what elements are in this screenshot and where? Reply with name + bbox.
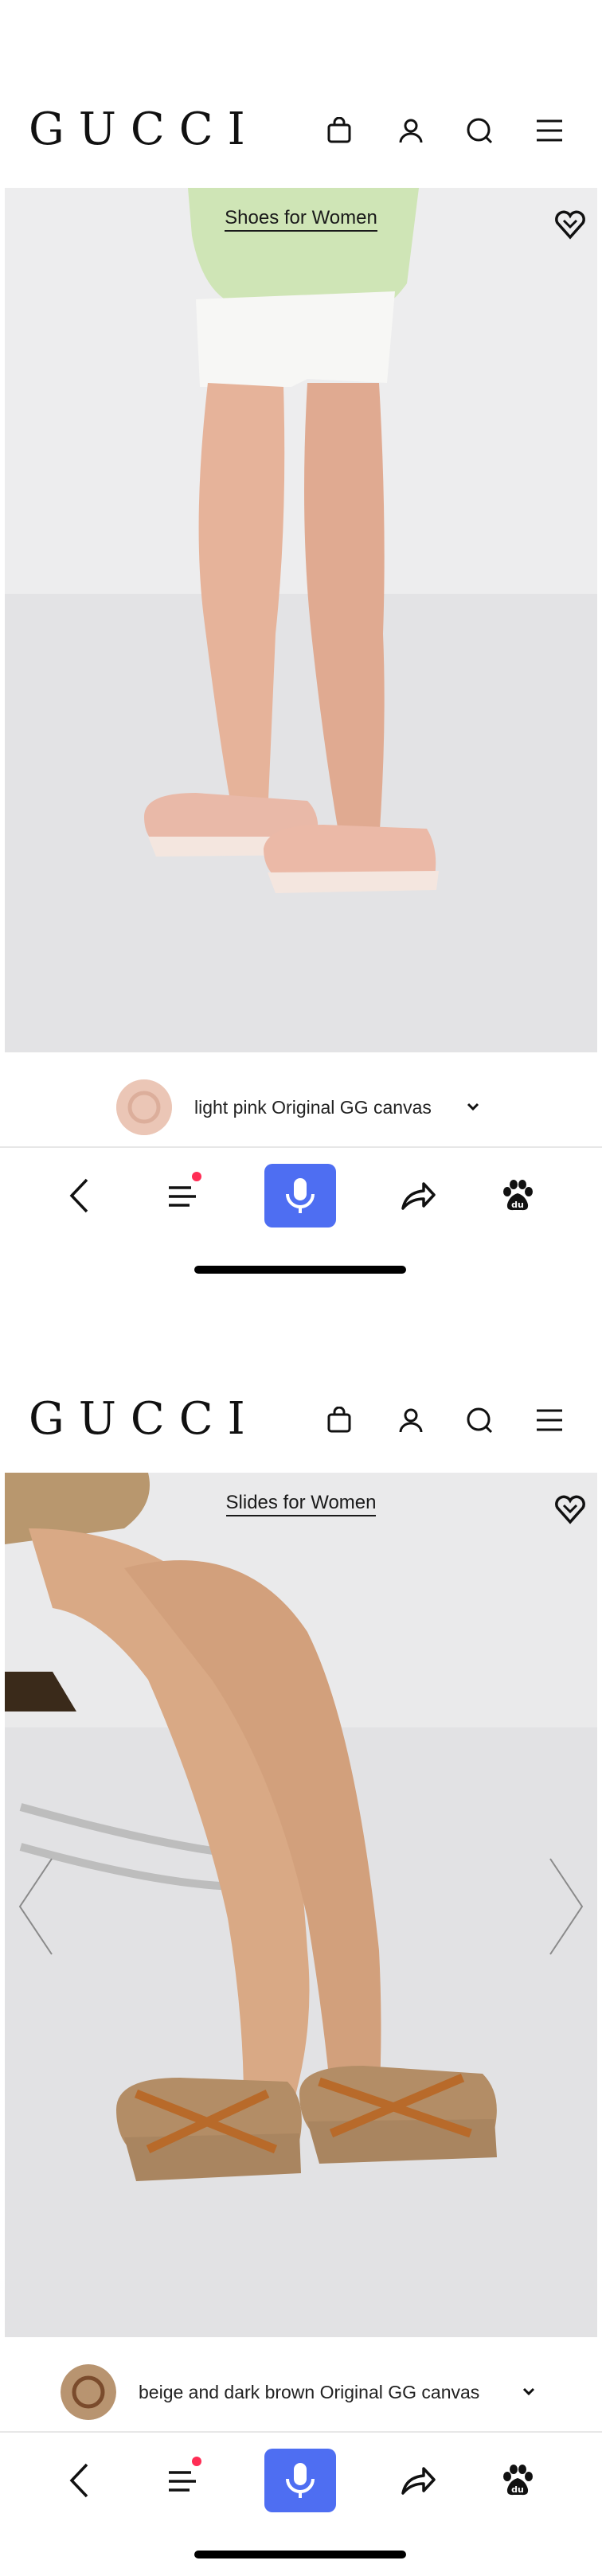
tabs-menu-icon[interactable] [159,2433,207,2528]
svg-text:du: du [511,2484,524,2495]
home-indicator [194,2551,406,2558]
product-image[interactable]: Slides for Women [5,1473,597,2337]
shopping-bag-icon[interactable] [322,1403,357,1438]
chevron-down-icon [465,1099,481,1114]
wishlist-heart-icon[interactable] [553,1492,588,1527]
breadcrumb[interactable]: Slides for Women [5,1492,597,1516]
site-header: GUCCI [0,1387,602,1474]
site-header: GUCCI [0,97,602,185]
next-image-arrow-icon[interactable] [546,1855,586,1958]
search-icon[interactable] [462,1403,497,1438]
back-icon[interactable] [56,1148,104,1243]
share-icon[interactable] [394,1148,442,1243]
search-icon[interactable] [462,113,497,148]
browser-toolbar: du [0,1146,602,1243]
svg-text:du: du [511,1200,524,1210]
baidu-paw-icon[interactable]: du [494,2433,541,2528]
gucci-logo[interactable]: GUCCI [29,103,260,155]
previous-image-arrow-icon[interactable] [16,1855,56,1958]
chevron-down-icon [521,2383,537,2399]
product-screen-pink: GUCCI Shoes for Women light pink Origina… [0,0,602,1282]
wishlist-heart-icon[interactable] [553,207,588,242]
product-image[interactable]: Shoes for Women [5,188,597,1052]
breadcrumb[interactable]: Shoes for Women [5,207,597,232]
account-icon[interactable] [393,1403,428,1438]
notification-dot [192,1172,201,1181]
variant-swatch [61,2364,116,2420]
variant-swatch [116,1079,172,1135]
account-icon[interactable] [393,113,428,148]
notification-dot [192,2457,201,2466]
variant-label: light pink Original GG canvas [194,1097,432,1118]
home-indicator [194,1266,406,1274]
back-icon[interactable] [56,2433,104,2528]
tabs-menu-icon[interactable] [159,1148,207,1243]
variant-label: beige and dark brown Original GG canvas [139,2382,480,2402]
shopping-bag-icon[interactable] [322,113,357,148]
baidu-paw-icon[interactable]: du [494,1148,541,1243]
voice-search-button[interactable] [264,1164,336,1228]
gucci-logo[interactable]: GUCCI [29,1393,260,1445]
menu-icon[interactable] [532,113,567,148]
color-variant-selector[interactable]: light pink Original GG canvas [0,1064,602,1151]
color-variant-selector[interactable]: beige and dark brown Original GG canvas [0,2348,602,2436]
voice-search-button[interactable] [264,2449,336,2512]
share-icon[interactable] [394,2433,442,2528]
product-screen-beige: GUCCI Slides for Women beige and dark br… [0,1283,602,2565]
menu-icon[interactable] [532,1403,567,1438]
browser-toolbar: du [0,2431,602,2528]
